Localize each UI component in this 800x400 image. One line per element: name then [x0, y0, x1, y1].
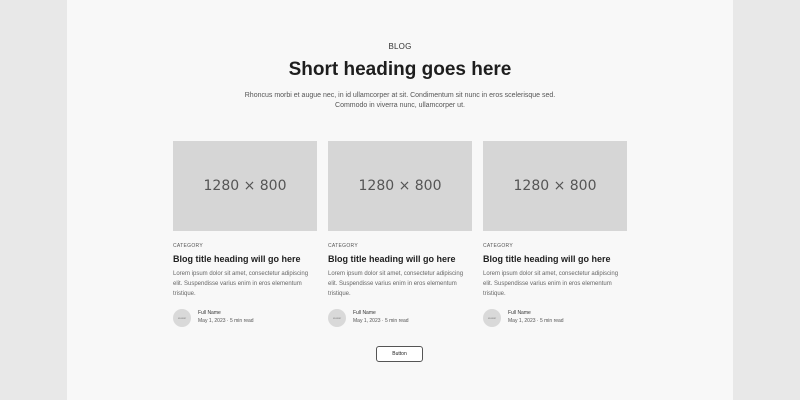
blog-card[interactable]: 1280 × 800 CATEGORY Blog title heading w… [483, 141, 627, 327]
post-image-placeholder[interactable]: 1280 × 800 [483, 141, 627, 231]
avatar: avatar [328, 309, 346, 327]
avatar: avatar [483, 309, 501, 327]
blog-card[interactable]: 1280 × 800 CATEGORY Blog title heading w… [328, 141, 472, 327]
post-meta: May 1, 2023 · 5 min read [508, 318, 564, 324]
post-excerpt: Lorem ipsum dolor sit amet, consectetur … [328, 271, 464, 297]
post-excerpt: Lorem ipsum dolor sit amet, consectetur … [173, 271, 309, 297]
post-image-placeholder[interactable]: 1280 × 800 [173, 141, 317, 231]
post-author: avatar Full Name May 1, 2023 · 5 min rea… [173, 309, 317, 327]
blog-section: BLOG Short heading goes here Rhoncus mor… [67, 0, 733, 400]
post-image-placeholder[interactable]: 1280 × 800 [328, 141, 472, 231]
post-author: avatar Full Name May 1, 2023 · 5 min rea… [328, 309, 472, 327]
post-author: avatar Full Name May 1, 2023 · 5 min rea… [483, 309, 627, 327]
author-name: Full Name [198, 310, 221, 316]
post-category[interactable]: CATEGORY [483, 243, 627, 249]
section-eyebrow: BLOG [388, 42, 412, 51]
post-category[interactable]: CATEGORY [328, 243, 472, 249]
post-title[interactable]: Blog title heading will go here [328, 254, 472, 264]
section-heading: Short heading goes here [288, 59, 512, 80]
avatar: avatar [173, 309, 191, 327]
post-category[interactable]: CATEGORY [173, 243, 317, 249]
post-meta: May 1, 2023 · 5 min read [353, 318, 409, 324]
blog-card[interactable]: 1280 × 800 CATEGORY Blog title heading w… [173, 141, 317, 327]
author-name: Full Name [353, 310, 376, 316]
author-name: Full Name [508, 310, 531, 316]
view-all-button[interactable]: Button [376, 346, 423, 362]
post-meta: May 1, 2023 · 5 min read [198, 318, 254, 324]
post-title[interactable]: Blog title heading will go here [173, 254, 317, 264]
section-description: Rhoncus morbi et augue nec, in id ullamc… [244, 92, 556, 109]
post-title[interactable]: Blog title heading will go here [483, 254, 627, 264]
post-excerpt: Lorem ipsum dolor sit amet, consectetur … [483, 271, 619, 297]
